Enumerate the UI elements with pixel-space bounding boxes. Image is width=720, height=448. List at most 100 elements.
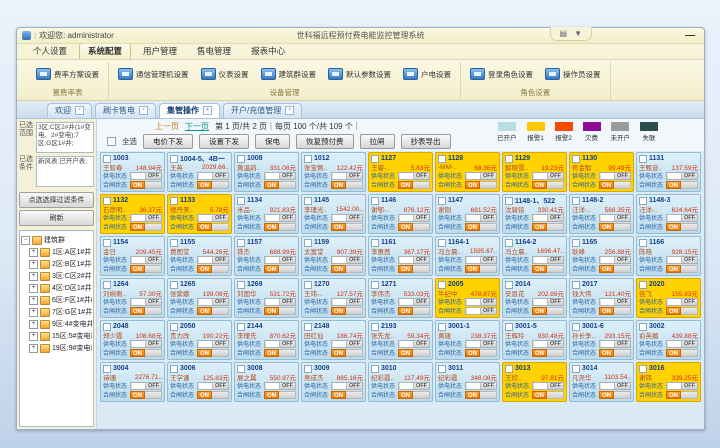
supply-toggle[interactable]: OFF xyxy=(130,382,162,390)
supply-toggle[interactable]: OFF xyxy=(130,172,162,180)
meter-card[interactable]: 1269刘国华531.72元供电状态OFF合闸状态ON xyxy=(234,278,299,318)
closed-toggle[interactable]: ON xyxy=(465,181,497,189)
closed-toggle[interactable]: ON xyxy=(264,391,296,399)
meter-card[interactable]: 1132石彦明..36.37元供电状态OFF合闸状态ON xyxy=(100,194,165,234)
selected-scope-box[interactable]: 3区:C区2#井(1#变电、2#变电);7区:G区1#井; xyxy=(36,122,94,153)
closed-toggle[interactable]: ON xyxy=(599,391,631,399)
closed-toggle[interactable]: ON xyxy=(532,223,564,231)
supply-toggle[interactable]: OFF xyxy=(130,298,162,306)
closed-toggle[interactable]: ON xyxy=(331,307,363,315)
expand-icon[interactable]: + xyxy=(29,260,38,269)
tree-item[interactable]: +4区:D区1#井(D… xyxy=(21,283,92,293)
meter-card[interactable]: 1148-2汪洋-..568.35元供电状态OFF合闸状态ON xyxy=(569,194,634,234)
meter-card[interactable]: 3001-6孙长争..293.15元供电状态OFF合闸状态ON xyxy=(569,320,634,360)
ribbon-button[interactable]: 登录角色设置 xyxy=(470,68,533,80)
closed-toggle[interactable]: ON xyxy=(666,223,698,231)
expand-icon[interactable]: + xyxy=(29,344,38,353)
tree-item[interactable]: +1区:A区1#井 xyxy=(21,247,92,257)
meter-card[interactable]: 1164-2冯立晨..1696.47..供电状态OFF合闸状态ON xyxy=(502,236,567,276)
ribbon-button[interactable]: 仪表设置 xyxy=(201,68,249,80)
meter-card[interactable]: 1130佟金毅99.49元供电状态OFF合闸状态ON xyxy=(569,152,634,192)
closed-toggle[interactable]: ON xyxy=(666,307,698,315)
action-button[interactable]: 拉闸 xyxy=(360,134,395,149)
closed-toggle[interactable]: ON xyxy=(465,349,497,357)
tab[interactable]: 集管操作× xyxy=(159,103,220,118)
meter-card[interactable]: 3006王学谦125.83元供电状态OFF合闸状态ON xyxy=(167,362,232,402)
supply-toggle[interactable]: OFF xyxy=(599,172,631,180)
meter-card[interactable]: 1148-3汪洋-..624.64元供电状态OFF合闸状态ON xyxy=(636,194,701,234)
meter-card[interactable]: 3011纪彩霞348.08元供电状态OFF合闸状态ON xyxy=(435,362,500,402)
closed-toggle[interactable]: ON xyxy=(331,391,363,399)
supply-toggle[interactable]: OFF xyxy=(599,382,631,390)
supply-toggle[interactable]: OFF xyxy=(532,298,564,306)
meter-card[interactable]: 1004-5、4B一王英2029.66..供电状态OFF合闸状态ON xyxy=(167,152,232,192)
closed-toggle[interactable]: ON xyxy=(197,391,229,399)
closed-toggle[interactable]: ON xyxy=(532,307,564,315)
tab[interactable]: 刷卡售电× xyxy=(95,103,156,118)
ribbon-button[interactable]: 户电设置 xyxy=(403,68,451,80)
meter-card[interactable]: 1165耿峰256.88元供电状态OFF合闸状态ON xyxy=(569,236,634,276)
closed-toggle[interactable]: ON xyxy=(130,307,162,315)
supply-toggle[interactable]: OFF xyxy=(666,382,698,390)
supply-toggle[interactable]: OFF xyxy=(666,256,698,264)
meter-card[interactable]: 2144李瑾先870.62元供电状态OFF合闸状态ON xyxy=(234,320,299,360)
supply-toggle[interactable]: OFF xyxy=(666,298,698,306)
closed-toggle[interactable]: ON xyxy=(197,265,229,273)
closed-toggle[interactable]: ON xyxy=(197,181,229,189)
supply-toggle[interactable]: OFF xyxy=(264,172,296,180)
meter-card[interactable]: 2050贵力改190.22元供电状态OFF合闸状态ON xyxy=(167,320,232,360)
tree-item[interactable]: +15区:5#变电站(3… xyxy=(21,331,92,341)
closed-toggle[interactable]: ON xyxy=(398,265,430,273)
ribbon-button[interactable]: 费率方案设置 xyxy=(36,68,99,80)
tab[interactable]: 开户/充值管理× xyxy=(223,103,302,118)
meter-card[interactable]: 1145李瑾光..1542.00..供电状态OFF合闸状态ON xyxy=(301,194,366,234)
tree-item[interactable]: +9区:4#变电井(4… xyxy=(21,319,92,329)
tree-root[interactable]: −建筑群 xyxy=(21,235,92,245)
supply-toggle[interactable]: OFF xyxy=(264,214,296,222)
expand-icon[interactable]: + xyxy=(29,296,38,305)
supply-toggle[interactable]: OFF xyxy=(331,298,363,306)
supply-toggle[interactable]: OFF xyxy=(398,298,430,306)
closed-toggle[interactable]: ON xyxy=(398,181,430,189)
meter-card[interactable]: 1265张紫娜199.09元供电状态OFF合闸状态ON xyxy=(167,278,232,318)
meter-card[interactable]: 3014凡尧华1103.54..供电状态OFF合闸状态ON xyxy=(569,362,634,402)
supply-toggle[interactable]: OFF xyxy=(465,172,497,180)
closed-toggle[interactable]: ON xyxy=(331,181,363,189)
closed-toggle[interactable]: ON xyxy=(130,181,162,189)
meter-card[interactable]: 1133德丹美..5.78元供电状态OFF合闸状态ON xyxy=(167,194,232,234)
closed-toggle[interactable]: ON xyxy=(666,265,698,273)
meter-card[interactable]: 1155费图堂544.28元供电状态OFF合闸状态ON xyxy=(167,236,232,276)
theme-switcher[interactable]: ▤ ▼ xyxy=(550,27,592,41)
meter-card[interactable]: 2014安恩花202.99元供电状态OFF合闸状态ON xyxy=(502,278,567,318)
prev-page-link[interactable]: 上一页 xyxy=(155,121,179,132)
supply-toggle[interactable]: OFF xyxy=(666,214,698,222)
meter-card[interactable]: 1147谢刚681.52元供电状态OFF合闸状态ON xyxy=(435,194,500,234)
tab-close-icon[interactable]: × xyxy=(139,106,148,115)
supply-toggle[interactable]: OFF xyxy=(331,382,363,390)
closed-toggle[interactable]: ON xyxy=(532,349,564,357)
meter-card[interactable]: 3008展之翼550.97元供电状态OFF合闸状态ON xyxy=(234,362,299,402)
tab[interactable]: 欢迎× xyxy=(47,103,92,118)
closed-toggle[interactable]: ON xyxy=(599,265,631,273)
supply-toggle[interactable]: OFF xyxy=(398,382,430,390)
meter-card[interactable]: 1146谢郇-..876.12元供电状态OFF合闸状态ON xyxy=(368,194,433,234)
meter-card[interactable]: 1129解晓雪..19.23元供电状态OFF合闸状态ON xyxy=(502,152,567,192)
action-button[interactable]: 保电 xyxy=(255,134,290,149)
meter-card[interactable]: 1008黄温韵..331.08元供电状态OFF合闸状态ON xyxy=(234,152,299,192)
menu-item[interactable]: 系统配置 xyxy=(79,43,131,59)
tree-item[interactable]: +6区:F区1#井(F… xyxy=(21,295,92,305)
supply-toggle[interactable]: OFF xyxy=(197,340,229,348)
meter-card[interactable]: 3010纪彩霞..117.49元供电状态OFF合闸状态ON xyxy=(368,362,433,402)
tree-item[interactable]: +2区:B区1#井(B区… xyxy=(21,259,92,269)
supply-toggle[interactable]: OFF xyxy=(197,382,229,390)
supply-toggle[interactable]: OFF xyxy=(599,256,631,264)
next-page-link[interactable]: 下一页 xyxy=(185,121,209,132)
supply-toggle[interactable]: OFF xyxy=(130,256,162,264)
supply-toggle[interactable]: OFF xyxy=(197,172,229,180)
supply-toggle[interactable]: OFF xyxy=(130,340,162,348)
closed-toggle[interactable]: ON xyxy=(666,391,698,399)
meter-card[interactable]: 1159太富堂907.39元供电状态OFF合闸状态ON xyxy=(301,236,366,276)
supply-toggle[interactable]: OFF xyxy=(264,340,296,348)
menu-item[interactable]: 报表中心 xyxy=(243,44,293,59)
expand-icon[interactable]: + xyxy=(29,284,38,293)
